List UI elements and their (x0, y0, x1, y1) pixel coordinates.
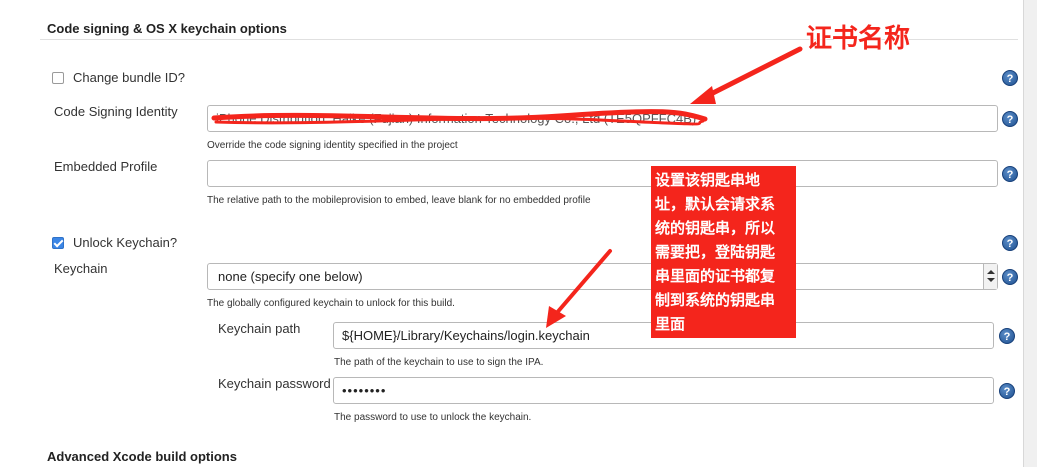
section-title-code-signing: Code signing & OS X keychain options (47, 21, 287, 36)
help-icon[interactable]: ? (1002, 269, 1018, 285)
section-title-advanced: Advanced Xcode build options (47, 449, 237, 464)
annotation-line: 制到系统的钥匙串 (655, 291, 776, 309)
annotation-line: 需要把，登陆钥匙 (655, 243, 776, 261)
keychain-password-hint: The password to use to unlock the keycha… (334, 412, 532, 423)
dropdown-arrow-icon[interactable] (983, 264, 997, 289)
annotation-keychain-note: 设置该钥匙串地 址，默认会请求系 统的钥匙串，所以 需要把，登陆钥匙 串里面的证… (651, 166, 796, 338)
embedded-profile-hint: The relative path to the mobileprovision… (207, 195, 591, 206)
keychain-password-label: Keychain password (218, 376, 331, 391)
annotation-line: 里面 (655, 315, 686, 333)
help-icon[interactable]: ? (999, 328, 1015, 344)
keychain-select[interactable]: none (specify one below) (207, 263, 998, 290)
code-signing-identity-input[interactable]: iPhone Distribution: Haike (Fujian) Info… (207, 105, 998, 132)
unlock-keychain-checkbox[interactable] (52, 237, 64, 249)
change-bundle-id-label: Change bundle ID? (73, 70, 186, 85)
change-bundle-id-checkbox[interactable] (52, 72, 64, 84)
help-icon[interactable]: ? (1002, 235, 1018, 251)
help-icon[interactable]: ? (1002, 70, 1018, 86)
embedded-profile-input[interactable] (207, 160, 998, 187)
unlock-keychain-label: Unlock Keychain? (73, 235, 178, 250)
code-signing-identity-label: Code Signing Identity (54, 104, 178, 119)
help-icon[interactable]: ? (1002, 111, 1018, 127)
right-edge-panel (1023, 0, 1037, 467)
keychain-hint: The globally configured keychain to unlo… (207, 298, 455, 309)
arrow-head-icon (690, 86, 716, 104)
keychain-path-hint: The path of the keychain to use to sign … (334, 357, 544, 368)
embedded-profile-label: Embedded Profile (54, 159, 158, 174)
annotation-arrow (702, 46, 803, 100)
keychain-select-value: none (specify one below) (218, 269, 363, 284)
help-icon[interactable]: ? (999, 383, 1015, 399)
keychain-password-input[interactable]: •••••••• (333, 377, 994, 404)
annotation-line: 设置该钥匙串地 (655, 171, 761, 189)
annotation-line: 址，默认会请求系 (655, 195, 776, 213)
keychain-label: Keychain (54, 261, 108, 276)
annotation-cert-name: 证书名称 (806, 24, 911, 54)
keychain-path-label: Keychain path (218, 321, 301, 336)
code-signing-identity-hint: Override the code signing identity speci… (207, 140, 458, 151)
help-icon[interactable]: ? (1002, 166, 1018, 182)
annotation-line: 统的钥匙串，所以 (655, 219, 776, 237)
annotation-line: 串里面的证书都复 (655, 267, 776, 285)
